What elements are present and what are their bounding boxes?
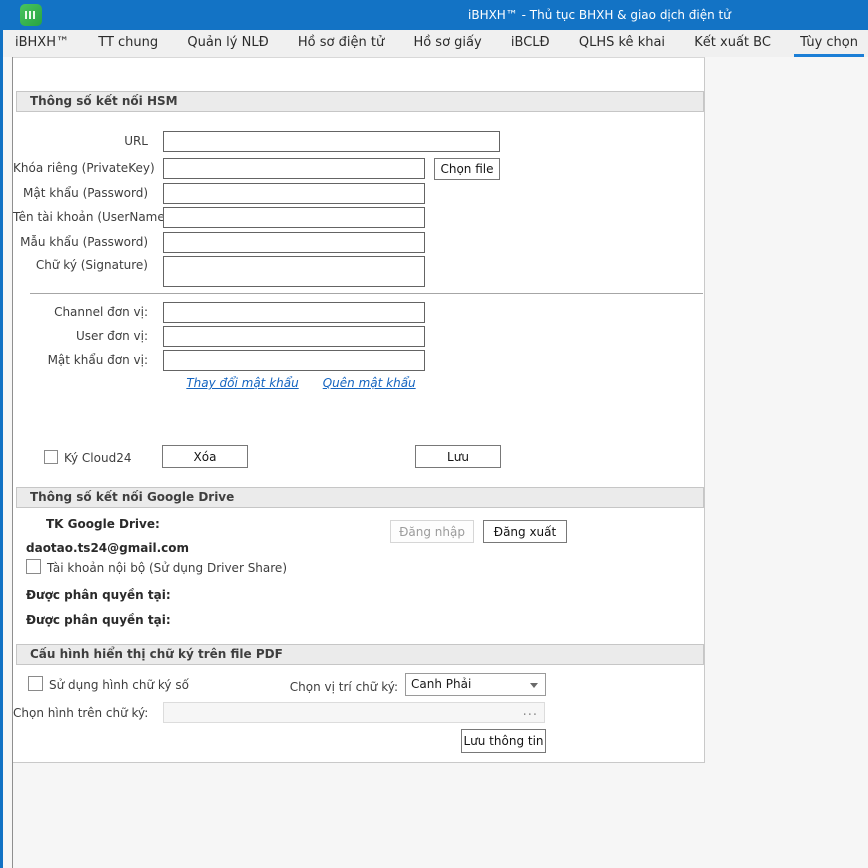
- granted-at-label-2: Được phân quyền tại:: [26, 613, 171, 627]
- url-label: URL: [13, 134, 148, 148]
- chevron-down-icon: [530, 683, 538, 688]
- change-password-link[interactable]: Thay đổi mật khẩu: [186, 376, 298, 390]
- gdrive-account-label: TK Google Drive:: [46, 517, 160, 531]
- granted-at-label-1: Được phân quyền tại:: [26, 588, 171, 602]
- gdrive-login-button[interactable]: Đăng nhập: [390, 520, 474, 543]
- password-input[interactable]: [163, 183, 425, 204]
- tab-ket-xuat-bc[interactable]: Kết xuất BC: [692, 30, 773, 57]
- tab-qlhs-ke-khai[interactable]: QLHS kê khai: [577, 30, 667, 57]
- save-info-button[interactable]: Lưu thông tin: [461, 729, 546, 753]
- password-links: Thay đổi mật khẩu Quên mật khẩu: [163, 376, 439, 390]
- channel-label: Channel đơn vị:: [13, 305, 148, 319]
- gdrive-logout-button[interactable]: Đăng xuất: [483, 520, 567, 543]
- username-label: Tên tài khoản (UserName): [13, 210, 148, 224]
- tab-ho-so-dien-tu[interactable]: Hồ sơ điện tử: [296, 30, 386, 57]
- tab-tt-chung[interactable]: TT chung: [96, 30, 160, 57]
- app-logo-icon: [20, 4, 42, 26]
- browse-image-button[interactable]: ...: [523, 703, 538, 720]
- save-button[interactable]: Lưu: [415, 445, 501, 468]
- unit-password-input[interactable]: [163, 350, 425, 371]
- url-input[interactable]: [163, 131, 500, 152]
- gdrive-section-header: Thông số kết nối Google Drive: [16, 487, 704, 508]
- password2-input[interactable]: [163, 232, 425, 253]
- private-key-input[interactable]: [163, 158, 425, 179]
- signature-textarea[interactable]: [163, 256, 425, 287]
- signature-position-label: Chọn vị trí chữ ký:: [243, 680, 398, 694]
- unit-password-label: Mật khẩu đơn vị:: [13, 353, 148, 367]
- window-title: iBHXH™ - Thủ tục BHXH & giao dịch điện t…: [468, 0, 731, 30]
- user-label: User đơn vị:: [13, 329, 148, 343]
- private-key-label: Khóa riêng (PrivateKey): [13, 161, 148, 175]
- user-input[interactable]: [163, 326, 425, 347]
- section-divider: [30, 293, 703, 294]
- tab-ibcld[interactable]: iBCLĐ: [509, 30, 552, 57]
- delete-button[interactable]: Xóa: [162, 445, 248, 468]
- use-signature-image-checkbox[interactable]: [28, 676, 43, 691]
- tab-bar: iBHXH™ TT chung Quản lý NLĐ Hồ sơ điện t…: [3, 30, 868, 57]
- signature-position-value: Canh Phải: [406, 674, 545, 695]
- tab-quan-ly-nld[interactable]: Quản lý NLĐ: [185, 30, 270, 57]
- hsm-section-header: Thông số kết nối HSM: [16, 91, 704, 112]
- internal-account-checkbox[interactable]: [26, 559, 41, 574]
- tab-ibhxh[interactable]: iBHXH™: [13, 30, 71, 57]
- gdrive-account-email: daotao.ts24@gmail.com: [26, 541, 189, 555]
- barcode-glyph-icon: [25, 11, 37, 19]
- signature-image-input[interactable]: ...: [163, 702, 545, 723]
- ky-cloud24-label: Ký Cloud24: [64, 451, 131, 465]
- forgot-password-link[interactable]: Quên mật khẩu: [323, 376, 416, 390]
- signature-position-select[interactable]: Canh Phải: [405, 673, 546, 696]
- username-input[interactable]: [163, 207, 425, 228]
- title-bar: iBHXH™ - Thủ tục BHXH & giao dịch điện t…: [0, 0, 868, 30]
- use-signature-image-label: Sử dụng hình chữ ký số: [49, 678, 189, 692]
- internal-account-label: Tài khoản nội bộ (Sử dụng Driver Share): [47, 561, 287, 575]
- choose-file-button[interactable]: Chọn file: [434, 158, 500, 180]
- channel-input[interactable]: [163, 302, 425, 323]
- signature-label: Chữ ký (Signature): [13, 258, 148, 272]
- signature-image-label: Chọn hình trên chữ ký:: [13, 706, 148, 720]
- password-label: Mật khẩu (Password): [13, 186, 148, 200]
- tab-tuy-chon[interactable]: Tùy chọn: [798, 30, 860, 57]
- password2-label: Mẫu khẩu (Password): [13, 235, 148, 249]
- window-left-border: [0, 0, 3, 868]
- pdf-section-header: Cấu hình hiển thị chữ ký trên file PDF: [16, 644, 704, 665]
- ky-cloud24-checkbox[interactable]: [44, 450, 58, 464]
- tab-ho-so-giay[interactable]: Hồ sơ giấy: [411, 30, 483, 57]
- settings-panel: Thông số kết nối HSM URL Khóa riêng (Pri…: [13, 57, 705, 763]
